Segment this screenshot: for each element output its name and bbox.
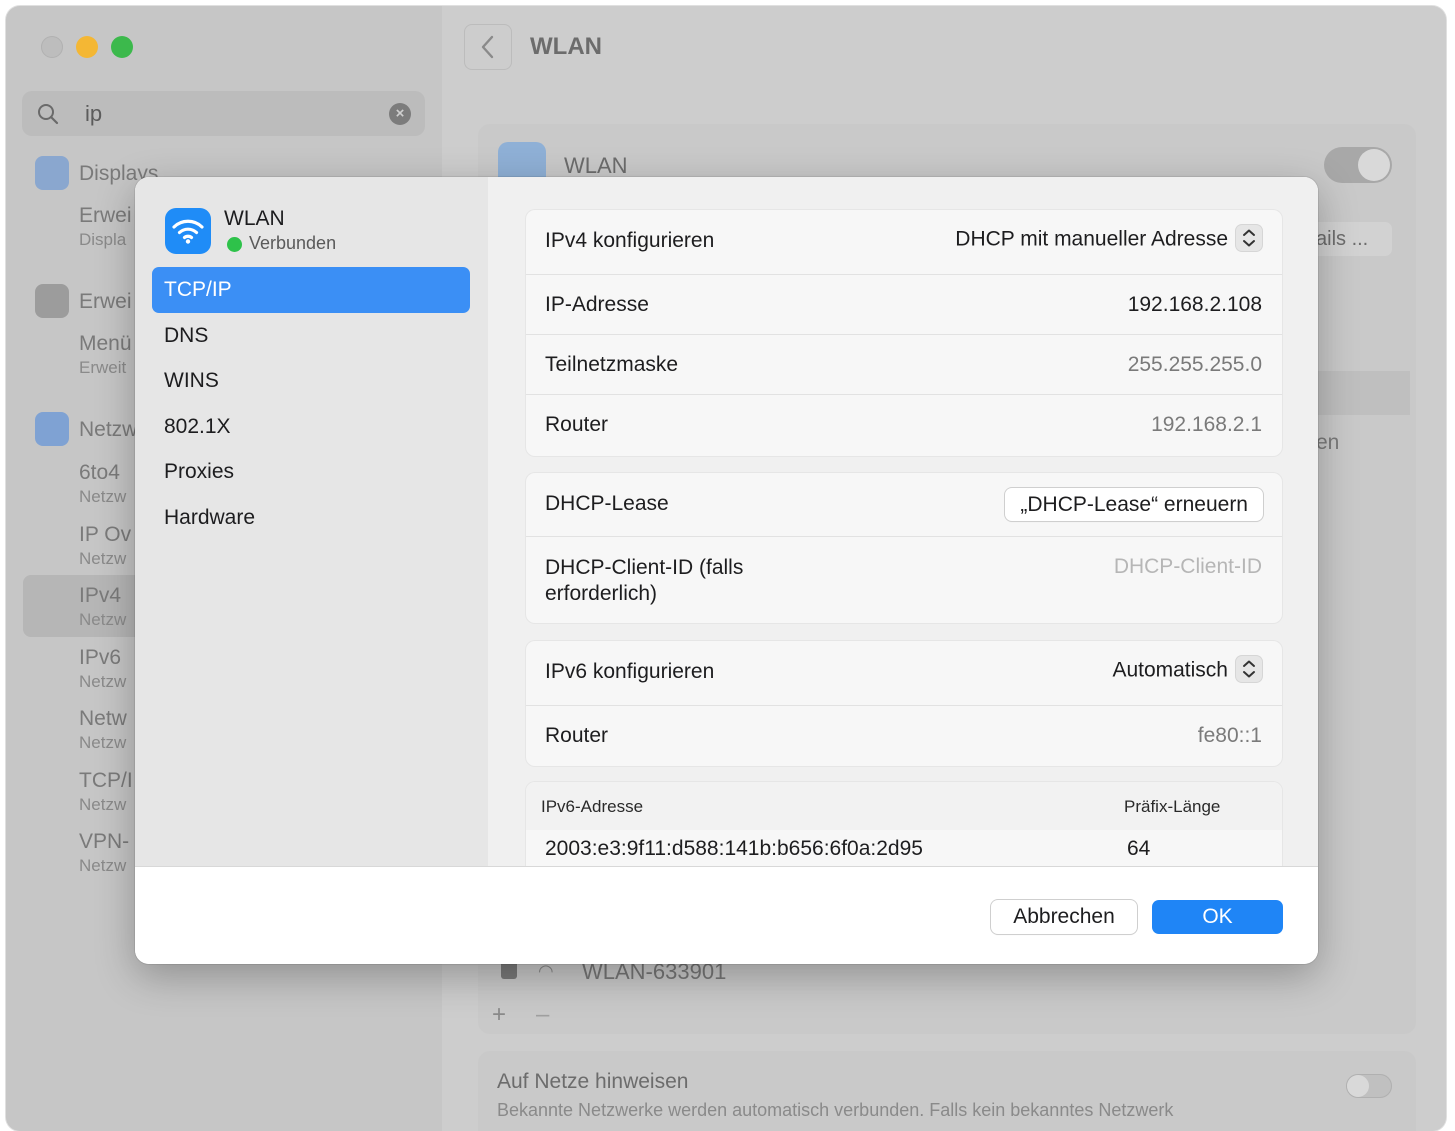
general-icon: [35, 284, 69, 318]
dhcp-group: DHCP-Lease „DHCP-Lease“ erneuern DHCP-Cl…: [526, 473, 1282, 623]
sidebar-result-subtitle: Erweit: [79, 358, 127, 377]
column-header-prefix-length[interactable]: Präfix-Länge: [1124, 797, 1220, 817]
sidebar-result-subtitle: Netzw: [79, 795, 127, 814]
interface-name: WLAN: [224, 207, 285, 230]
ipv6-configure-popup[interactable]: Automatisch: [1112, 656, 1262, 684]
ask-to-join-description: Bekannte Netzwerke werden automatisch ve…: [497, 1100, 1174, 1120]
sheet-nav: TCP/IP DNS WINS 802.1X Proxies Hardware: [152, 267, 470, 540]
tab-proxies[interactable]: Proxies: [152, 449, 470, 495]
wifi-signal-icon: ◠: [538, 961, 554, 981]
displays-icon: [35, 156, 69, 190]
dhcp-client-id-row: DHCP-Client-ID (falls erforderlich) DHCP-…: [526, 537, 1282, 623]
dhcp-client-id-label: DHCP-Client-ID (falls erforderlich): [545, 555, 743, 607]
network-details-sheet: WLAN Verbunden TCP/IP DNS WINS 802.1X Pr…: [135, 177, 1318, 964]
dhcp-client-id-label-line2: erforderlich): [545, 582, 658, 605]
chevron-up-down-icon: [1236, 225, 1262, 251]
ipv6-address-cell[interactable]: 2003:e3:9f11:d588:141b:b656:6f0a:2d95: [545, 837, 923, 861]
connected-status-icon: [227, 237, 242, 252]
sidebar-result-title[interactable]: IPv4: [79, 584, 121, 608]
ask-to-join-toggle[interactable]: [1346, 1074, 1392, 1098]
sidebar-result-title[interactable]: TCP/I: [79, 769, 133, 793]
chevron-left-icon: [481, 35, 494, 59]
wifi-icon: [165, 208, 211, 254]
clear-search-icon[interactable]: ×: [389, 103, 411, 125]
wlan-toggle[interactable]: [1324, 147, 1392, 183]
add-network-button[interactable]: +: [492, 1001, 506, 1029]
chevron-up-down-icon: [1236, 656, 1262, 682]
network-globe-icon: [35, 412, 69, 446]
remove-network-button[interactable]: –: [536, 1001, 549, 1029]
connection-status: Verbunden: [249, 233, 337, 253]
subnet-row: Teilnetzmaske 255.255.255.0: [526, 335, 1282, 395]
sidebar-result-title[interactable]: VPN-: [79, 830, 129, 854]
subnet-value: 255.255.255.0: [1127, 353, 1262, 376]
tab-tcp-ip[interactable]: TCP/IP: [152, 267, 470, 313]
tab-hardware[interactable]: Hardware: [152, 495, 470, 541]
minimize-window-button[interactable]: [76, 36, 98, 58]
sidebar-result-title[interactable]: 6to4: [79, 461, 120, 485]
sidebar-result-subtitle: Netzw: [79, 610, 127, 629]
list-row-highlight: [1316, 371, 1410, 415]
prefix-length-cell[interactable]: 64: [1127, 837, 1150, 861]
ipv6-configure-value: Automatisch: [1112, 658, 1228, 682]
ip-address-field[interactable]: 192.168.2.108: [1128, 293, 1262, 317]
dhcp-client-id-field[interactable]: DHCP-Client-ID: [1114, 555, 1262, 579]
ok-button[interactable]: OK: [1152, 900, 1283, 934]
ipv6-group: IPv6 konfigurieren Automatisch Router fe…: [526, 641, 1282, 766]
sidebar-result-title[interactable]: Netw: [79, 707, 127, 731]
ipv4-configure-label: IPv4 konfigurieren: [545, 229, 715, 252]
wlan-row-label: WLAN: [564, 153, 628, 178]
zoom-window-button[interactable]: [111, 36, 133, 58]
sidebar-result-subtitle: Netzw: [79, 549, 127, 568]
ipv4-configure-popup[interactable]: DHCP mit manueller Adresse: [955, 225, 1262, 253]
sidebar-search-field[interactable]: ip ×: [22, 91, 425, 136]
ipv4-configure-value: DHCP mit manueller Adresse: [955, 227, 1228, 251]
sidebar-item-netzwerk[interactable]: Netzw: [79, 418, 137, 442]
ipv4-router-value: 192.168.2.1: [1151, 413, 1262, 436]
search-icon: [38, 104, 59, 125]
page-title: WLAN: [530, 33, 602, 60]
back-button[interactable]: [464, 24, 512, 70]
sidebar-item-erweitert[interactable]: Erwei: [79, 290, 132, 314]
sidebar-result-subtitle: Netzw: [79, 487, 127, 506]
ipv6-router-label: Router: [545, 724, 609, 747]
details-button[interactable]: ails ...: [1306, 222, 1392, 256]
ipv4-router-label: Router: [545, 413, 609, 436]
ipv4-router-row: Router 192.168.2.1: [526, 395, 1282, 456]
sidebar-result-subtitle: Displa: [79, 230, 127, 249]
column-header-ipv6-address[interactable]: IPv6-Adresse: [541, 797, 643, 817]
ipv6-configure-label: IPv6 konfigurieren: [545, 660, 715, 683]
partial-label: en: [1316, 431, 1340, 454]
cancel-button[interactable]: Abbrechen: [991, 900, 1137, 934]
ipv4-group: IPv4 konfigurieren DHCP mit manueller Ad…: [526, 210, 1282, 456]
ipv6-address-table: IPv6-Adresse Präfix-Länge 2003:e3:9f11:d…: [526, 782, 1282, 866]
search-query: ip: [85, 101, 103, 126]
tab-dns[interactable]: DNS: [152, 313, 470, 359]
sidebar-result-subtitle: Netzw: [79, 672, 127, 691]
sheet-sidebar: WLAN Verbunden TCP/IP DNS WINS 802.1X Pr…: [135, 177, 488, 866]
sidebar-result-title[interactable]: IP Ov: [79, 523, 131, 547]
ip-address-label: IP-Adresse: [545, 293, 649, 316]
close-window-button[interactable]: [41, 36, 63, 58]
tab-802-1x[interactable]: 802.1X: [152, 404, 470, 450]
sidebar-result-title[interactable]: Erwei: [79, 204, 132, 228]
ipv6-router-value: fe80::1: [1197, 724, 1262, 747]
ip-address-row: IP-Adresse 192.168.2.108: [526, 275, 1282, 335]
dhcp-lease-label: DHCP-Lease: [545, 492, 669, 515]
dhcp-client-id-label-line1: DHCP-Client-ID (falls: [545, 556, 744, 579]
sidebar-result-subtitle: Netzw: [79, 733, 127, 752]
ask-to-join-title: Auf Netze hinweisen: [497, 1070, 689, 1093]
sidebar-result-subtitle: Netzw: [79, 856, 127, 875]
sidebar-result-title[interactable]: Menü: [79, 332, 132, 356]
tab-wins[interactable]: WINS: [152, 358, 470, 404]
sidebar-result-title[interactable]: IPv6: [79, 646, 121, 670]
dhcp-lease-row: DHCP-Lease „DHCP-Lease“ erneuern: [526, 473, 1282, 537]
subnet-label: Teilnetzmaske: [545, 353, 679, 376]
sheet-footer: Abbrechen OK: [135, 866, 1318, 964]
renew-dhcp-lease-button[interactable]: „DHCP-Lease“ erneuern: [1005, 488, 1263, 521]
ipv6-configure-row: IPv6 konfigurieren Automatisch: [526, 641, 1282, 706]
ipv6-router-row: Router fe80::1: [526, 706, 1282, 766]
ipv4-configure-row: IPv4 konfigurieren DHCP mit manueller Ad…: [526, 210, 1282, 275]
tcp-ip-pane: IPv4 konfigurieren DHCP mit manueller Ad…: [488, 177, 1318, 866]
